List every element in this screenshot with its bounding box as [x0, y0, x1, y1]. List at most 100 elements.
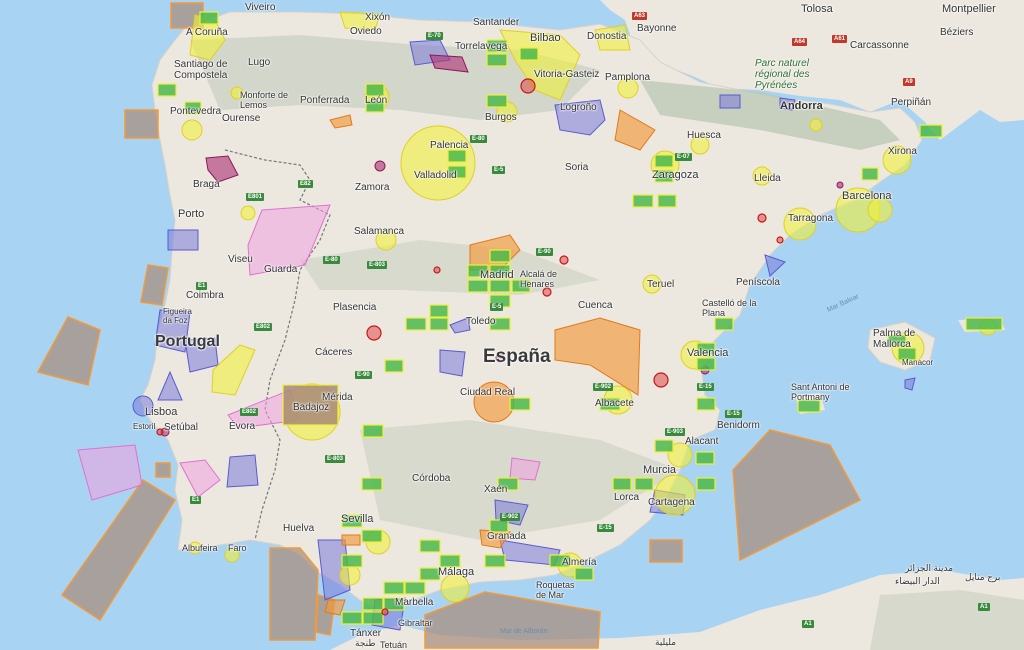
city-label: Ourense: [222, 113, 261, 124]
road-shield: E801: [246, 193, 265, 201]
green-zone[interactable]: [199, 11, 219, 25]
pink-zone[interactable]: [509, 457, 541, 481]
yellow-zone[interactable]: [240, 205, 256, 221]
green-zone[interactable]: [634, 477, 654, 491]
green-zone[interactable]: [695, 451, 715, 465]
green-zone[interactable]: [362, 611, 384, 625]
green-zone[interactable]: [383, 581, 405, 595]
city-label: Teruel: [647, 279, 675, 290]
yellow-zone[interactable]: [809, 118, 823, 132]
yellow-zone[interactable]: [654, 474, 696, 516]
green-zone[interactable]: [657, 194, 677, 208]
road-shield: E-5: [490, 303, 504, 311]
green-zone[interactable]: [612, 477, 632, 491]
green-zone[interactable]: [362, 424, 384, 438]
yellow-zone[interactable]: [440, 573, 470, 603]
green-zone[interactable]: [429, 304, 449, 318]
green-zone[interactable]: [489, 249, 511, 263]
city-label: Peníscola: [736, 277, 780, 288]
blue-zone[interactable]: [439, 349, 466, 377]
green-zone[interactable]: [361, 477, 383, 491]
city-label: Benidorm: [717, 420, 760, 431]
road-shield: E-803: [325, 455, 346, 463]
road-shield: E-15: [697, 383, 714, 391]
green-zone[interactable]: [509, 397, 531, 411]
yellow-zone[interactable]: [400, 125, 476, 201]
city-label: Lisboa: [145, 406, 178, 418]
green-zone[interactable]: [341, 611, 363, 625]
green-zone[interactable]: [384, 359, 404, 373]
red-dot[interactable]: [156, 428, 164, 436]
map-canvas[interactable]: [0, 0, 1024, 650]
green-zone[interactable]: [861, 167, 879, 181]
green-zone[interactable]: [419, 567, 441, 581]
road-shield: A63: [632, 12, 648, 20]
orange-zone[interactable]: [341, 534, 361, 546]
green-zone[interactable]: [419, 539, 441, 553]
green-zone[interactable]: [484, 554, 506, 568]
green-zone[interactable]: [362, 597, 384, 611]
green-zone[interactable]: [696, 357, 716, 371]
green-zone[interactable]: [714, 317, 734, 331]
blue-zone[interactable]: [719, 94, 741, 109]
green-zone[interactable]: [654, 439, 674, 453]
city-label: Palma de Mallorca: [873, 328, 916, 350]
city-label: مليلية: [655, 637, 677, 647]
green-zone[interactable]: [467, 279, 489, 293]
green-zone[interactable]: [157, 83, 177, 97]
red-dot[interactable]: [366, 325, 382, 341]
green-zone[interactable]: [361, 529, 383, 543]
brown-zone[interactable]: [155, 462, 171, 478]
green-zone[interactable]: [405, 317, 427, 331]
city-label: León: [365, 95, 388, 106]
yellow-zone[interactable]: [181, 119, 203, 141]
red-dot[interactable]: [776, 236, 784, 244]
city-label: Coimbra: [186, 290, 224, 301]
green-zone[interactable]: [486, 53, 508, 67]
green-zone[interactable]: [696, 397, 716, 411]
city-label: Setúbal: [164, 422, 198, 433]
green-zone[interactable]: [486, 94, 508, 108]
blue-zone[interactable]: [226, 454, 259, 488]
city-label: A Coruña: [186, 27, 228, 38]
green-zone[interactable]: [404, 581, 426, 595]
green-zone[interactable]: [574, 567, 594, 581]
green-zone[interactable]: [489, 279, 511, 293]
green-zone[interactable]: [429, 317, 449, 331]
red-dot[interactable]: [520, 78, 536, 94]
green-zone[interactable]: [919, 124, 943, 138]
city-label: Lorca: [614, 492, 640, 503]
green-zone[interactable]: [696, 477, 716, 491]
green-zone[interactable]: [965, 317, 1003, 331]
red-dot[interactable]: [653, 372, 669, 388]
green-zone[interactable]: [447, 149, 467, 163]
city-label: Granada: [487, 531, 526, 542]
green-zone[interactable]: [519, 47, 539, 61]
green-zone[interactable]: [341, 554, 363, 568]
city-label: Monforte de Lemos: [240, 90, 289, 110]
purple-zone[interactable]: [836, 181, 844, 189]
purple-zone[interactable]: [374, 160, 386, 172]
city-label: Albufeira: [182, 543, 218, 553]
road-shield: A9: [903, 78, 915, 86]
airspace-map[interactable]: Tolosa Montpellier Viveiro Xixón Santand…: [0, 0, 1024, 650]
red-dot[interactable]: [757, 213, 767, 223]
city-label: Faro: [228, 543, 247, 553]
city-label: Sant Antoni de Portmany: [791, 382, 850, 402]
yellow-zone[interactable]: [339, 564, 361, 586]
brown-zone[interactable]: [124, 109, 159, 139]
city-label: Montpellier: [942, 3, 996, 15]
road-shield: E-90: [355, 371, 372, 379]
city-label: Tetuán: [380, 640, 408, 650]
blue-zone[interactable]: [167, 229, 199, 251]
red-dot[interactable]: [559, 255, 569, 265]
red-dot[interactable]: [542, 287, 552, 297]
city-label: Guarda: [264, 264, 298, 275]
brown-zone[interactable]: [649, 539, 683, 563]
road-shield: E-902: [593, 383, 614, 391]
red-dot[interactable]: [433, 266, 441, 274]
red-dot[interactable]: [381, 608, 389, 616]
green-zone[interactable]: [654, 154, 674, 168]
green-zone[interactable]: [632, 194, 654, 208]
brown-zone[interactable]: [269, 547, 319, 641]
